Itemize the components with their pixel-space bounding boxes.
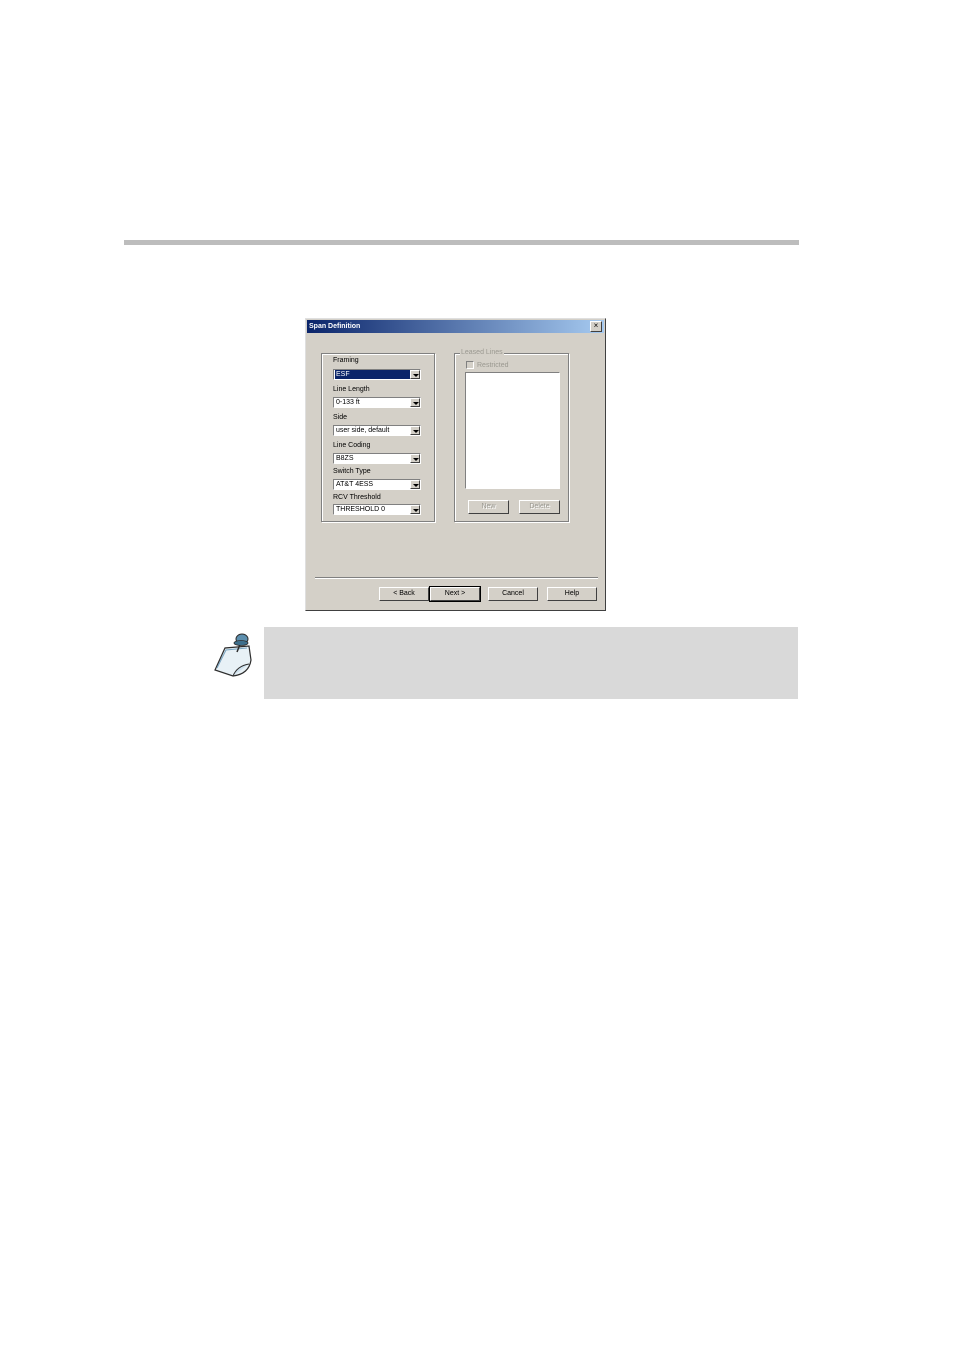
new-button[interactable]: New [468,500,509,514]
rcv-threshold-value: THRESHOLD 0 [336,506,386,513]
restricted-label: Restricted [477,362,509,369]
framing-label: Framing [333,357,359,364]
line-coding-value: B8ZS [336,455,354,462]
chevron-down-icon[interactable] [410,370,420,379]
button-separator [315,577,598,579]
chevron-down-icon[interactable] [410,505,420,514]
note-pin-icon [214,633,252,677]
cancel-button[interactable]: Cancel [488,587,538,601]
close-icon: × [593,321,599,330]
leased-lines-caption: Leased Lines [460,348,504,357]
help-button[interactable]: Help [547,587,597,601]
chevron-down-icon[interactable] [410,398,420,407]
span-definition-dialog: Span Definition × Framing ESF Line Lengt… [305,318,606,611]
leased-lines-list[interactable] [465,372,560,489]
chevron-down-icon[interactable] [410,426,420,435]
dialog-title-bar[interactable]: Span Definition × [307,320,604,333]
next-button[interactable]: Next > [429,586,481,602]
page-header-rule [124,240,799,245]
rcv-threshold-combo[interactable]: THRESHOLD 0 [333,504,421,515]
line-coding-label: Line Coding [333,442,371,449]
switch-type-combo[interactable]: AT&T 4ESS [333,479,421,490]
side-value: user side, default [336,427,390,434]
line-length-value: 0-133 ft [336,399,360,406]
switch-type-value: AT&T 4ESS [336,481,374,488]
back-button[interactable]: < Back [379,587,429,601]
chevron-down-icon[interactable] [410,454,420,463]
note-box [264,627,798,699]
restricted-checkbox[interactable] [466,361,474,369]
side-label: Side [333,414,348,421]
chevron-down-icon[interactable] [410,480,420,489]
side-combo[interactable]: user side, default [333,425,421,436]
delete-button[interactable]: Delete [519,500,560,514]
rcv-threshold-label: RCV Threshold [333,494,381,501]
switch-type-label: Switch Type [333,468,371,475]
line-length-combo[interactable]: 0-133 ft [333,397,421,408]
line-length-label: Line Length [333,386,370,393]
framing-value: ESF [335,370,410,379]
dialog-title: Span Definition [309,323,361,330]
framing-combo[interactable]: ESF [333,369,421,380]
close-button[interactable]: × [590,321,602,332]
line-coding-combo[interactable]: B8ZS [333,453,421,464]
